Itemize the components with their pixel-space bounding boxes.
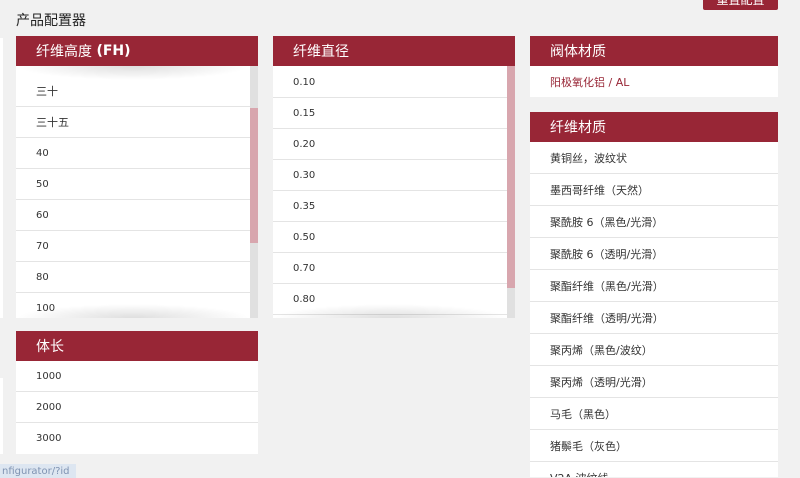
list-item[interactable]: V2A 波纹线 — [530, 462, 778, 477]
list-item[interactable]: 0.15 — [273, 98, 515, 129]
body-material-header: 阀体材质 — [530, 36, 778, 66]
list-item[interactable]: 三十五 — [16, 107, 258, 138]
page-title: 产品配置器 — [16, 13, 86, 29]
scrollbar[interactable] — [507, 66, 515, 318]
fiber-diameter-title: 纤维直径 — [293, 44, 349, 60]
list-item[interactable]: 3000 — [16, 423, 258, 454]
list-item[interactable]: 猪鬃毛（灰色） — [530, 430, 778, 462]
list-item[interactable]: 马毛（黑色） — [530, 398, 778, 430]
body-length-panel: 体长 1000 2000 3000 — [16, 331, 258, 454]
fiber-height-title: 纤维高度 — [36, 44, 92, 60]
body-length-title: 体长 — [36, 339, 64, 355]
list-item-selected[interactable]: 阳极氧化铝 / AL — [530, 66, 778, 97]
list-item[interactable]: 墨西哥纤维（天然） — [530, 174, 778, 206]
fiber-material-list[interactable]: 黄铜丝，波纹状 墨西哥纤维（天然） 聚酰胺 6（黑色/光滑） 聚酰胺 6（透明/… — [530, 142, 778, 477]
list-item[interactable]: 1000 — [16, 361, 258, 392]
fiber-height-title-suffix: (FH) — [96, 43, 131, 59]
list-item[interactable]: 三十 — [16, 76, 258, 107]
list-item[interactable]: 40 — [16, 138, 258, 169]
list-item[interactable]: 聚丙烯（黑色/波纹） — [530, 334, 778, 366]
body-material-title: 阀体材质 — [550, 44, 606, 60]
list-item[interactable]: 聚酯纤维（黑色/光滑） — [530, 270, 778, 302]
list-item[interactable]: 2000 — [16, 392, 258, 423]
fiber-material-panel: 纤维材质 黄铜丝，波纹状 墨西哥纤维（天然） 聚酰胺 6（黑色/光滑） 聚酰胺 … — [530, 112, 778, 477]
list-item[interactable]: 80 — [16, 262, 258, 293]
list-item[interactable]: 0.35 — [273, 191, 515, 222]
body-material-panel: 阀体材质 阳极氧化铝 / AL — [530, 36, 778, 97]
list-item[interactable]: 0.50 — [273, 222, 515, 253]
list-item[interactable]: 聚酯纤维（透明/光滑） — [530, 302, 778, 334]
body-length-list[interactable]: 1000 2000 3000 — [16, 361, 258, 454]
fiber-diameter-panel: 纤维直径 0.10 0.15 0.20 0.30 0.35 0.50 0.70 … — [273, 36, 515, 318]
list-item[interactable]: 聚酰胺 6（黑色/光滑） — [530, 206, 778, 238]
list-item[interactable]: 0.30 — [273, 160, 515, 191]
left-edge-panel — [0, 38, 3, 318]
status-url: nfigurator/?id — [0, 464, 76, 478]
reset-configuration-button[interactable]: 重置配置 — [703, 0, 778, 10]
fiber-height-list[interactable]: 三十 三十五 40 50 60 70 80 100 — [16, 66, 258, 318]
list-item[interactable]: 0.80 — [273, 284, 515, 315]
fiber-diameter-list[interactable]: 0.10 0.15 0.20 0.30 0.35 0.50 0.70 0.80 — [273, 66, 515, 318]
list-item[interactable]: 0.70 — [273, 253, 515, 284]
list-item[interactable]: 60 — [16, 200, 258, 231]
body-material-list[interactable]: 阳极氧化铝 / AL — [530, 66, 778, 97]
fiber-material-title: 纤维材质 — [550, 120, 606, 136]
list-item[interactable]: 70 — [16, 231, 258, 262]
body-length-header: 体长 — [16, 331, 258, 361]
fiber-diameter-header: 纤维直径 — [273, 36, 515, 66]
scrollbar-thumb[interactable] — [250, 108, 258, 243]
scrollbar[interactable] — [250, 66, 258, 318]
list-item[interactable]: 黄铜丝，波纹状 — [530, 142, 778, 174]
list-item[interactable]: 聚丙烯（透明/光滑） — [530, 366, 778, 398]
list-item[interactable]: 50 — [16, 169, 258, 200]
scrollbar-thumb[interactable] — [507, 66, 515, 288]
fiber-height-panel: 纤维高度 (FH) 三十 三十五 40 50 60 70 80 100 — [16, 36, 258, 318]
fiber-material-header: 纤维材质 — [530, 112, 778, 142]
list-item[interactable]: 聚酰胺 6（透明/光滑） — [530, 238, 778, 270]
fiber-height-header: 纤维高度 (FH) — [16, 36, 258, 66]
list-item[interactable]: 100 — [16, 293, 258, 318]
list-item[interactable]: 0.20 — [273, 129, 515, 160]
list-item[interactable]: 0.10 — [273, 67, 515, 98]
left-edge-panel — [0, 378, 3, 454]
